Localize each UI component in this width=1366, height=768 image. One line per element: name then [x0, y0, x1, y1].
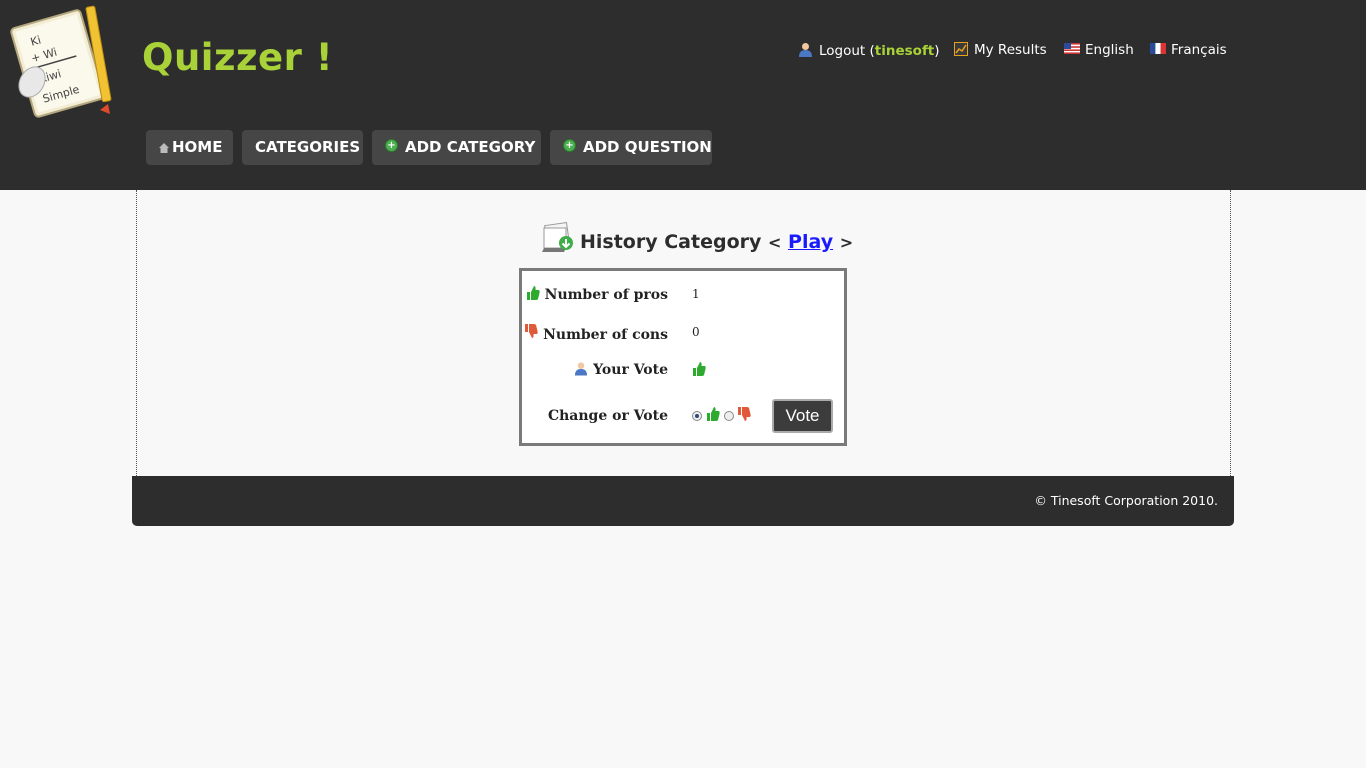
vote-options: [692, 406, 752, 423]
category-icon: [542, 222, 573, 252]
vote-panel: Number of pros 1 Number of cons 0 Your V…: [519, 268, 847, 446]
logo-icon[interactable]: Ki + Wi Kiwi Simple: [8, 4, 123, 122]
cons-label-text: Number of cons: [543, 327, 668, 343]
vote-pro-radio[interactable]: [692, 411, 702, 421]
logout-link[interactable]: Logout (tinesoft): [798, 42, 940, 59]
add-icon: +: [563, 139, 576, 152]
your-vote-row-label: Your Vote: [574, 361, 668, 378]
nav-add-category-label: ADD CATEGORY: [405, 138, 536, 156]
logout-suffix: ): [934, 43, 940, 59]
cons-row-label: Number of cons: [524, 323, 668, 343]
nav-home[interactable]: HOME: [146, 130, 233, 165]
user-icon: [799, 43, 812, 57]
thumbs-up-icon: [526, 286, 540, 300]
thumbs-up-icon: [706, 407, 720, 421]
site-footer: © Tinesoft Corporation 2010.: [132, 476, 1234, 526]
bracket-open: <: [768, 233, 782, 252]
nav-categories[interactable]: CATEGORIES: [242, 130, 363, 165]
change-vote-row-label: Change or Vote: [548, 408, 668, 424]
my-results-label: My Results: [974, 42, 1047, 58]
bracket-close: >: [839, 233, 854, 252]
logout-prefix: Logout (: [819, 43, 875, 59]
category-title: History Category: [580, 231, 762, 253]
vote-button[interactable]: Vote: [772, 399, 833, 433]
cons-value: 0: [692, 325, 700, 339]
site-title[interactable]: Quizzer !: [142, 36, 333, 79]
nav-categories-label: CATEGORIES: [255, 138, 361, 156]
nav-add-question[interactable]: + ADD QUESTION: [550, 130, 712, 165]
copyright-text: © Tinesoft Corporation 2010.: [1034, 493, 1218, 508]
us-flag-icon: [1064, 43, 1080, 54]
add-icon: +: [385, 139, 398, 152]
your-vote-value: [692, 361, 706, 378]
my-results-link[interactable]: My Results: [954, 42, 1047, 58]
english-link[interactable]: English: [1064, 42, 1134, 58]
play-link[interactable]: Play: [788, 231, 833, 253]
francais-link[interactable]: Français: [1150, 42, 1227, 58]
francais-label: Français: [1171, 42, 1227, 58]
thumbs-down-icon: [738, 407, 752, 421]
nav-add-category[interactable]: + ADD CATEGORY: [372, 130, 541, 165]
nav-home-label: HOME: [172, 138, 223, 156]
your-vote-label-text: Your Vote: [593, 362, 668, 378]
fr-flag-icon: [1150, 43, 1166, 54]
thumbs-up-icon: [693, 362, 706, 376]
results-icon: [954, 42, 968, 56]
thumbs-down-icon: [525, 324, 538, 338]
english-label: English: [1085, 42, 1134, 58]
site-header: Ki + Wi Kiwi Simple Quizzer ! Logout (ti…: [0, 0, 1366, 190]
change-vote-label-text: Change or Vote: [547, 408, 668, 424]
category-heading: History Category < Play >: [540, 222, 853, 262]
username: tinesoft: [874, 43, 935, 59]
vote-con-radio[interactable]: [723, 411, 734, 421]
nav-add-question-label: ADD QUESTION: [583, 138, 712, 156]
pros-row-label: Number of pros: [526, 285, 668, 303]
pros-label-text: Number of pros: [544, 287, 668, 303]
home-icon: [159, 143, 169, 153]
user-icon: [575, 362, 588, 376]
pros-value: 1: [692, 287, 700, 301]
